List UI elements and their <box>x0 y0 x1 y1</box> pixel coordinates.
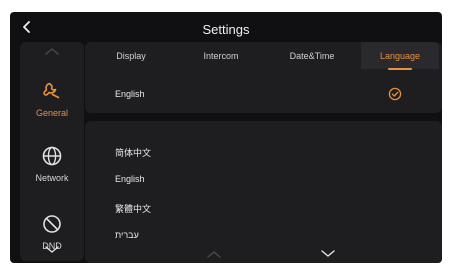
chevron-up-icon <box>207 251 221 258</box>
globe-icon <box>41 145 63 167</box>
language-option-traditional-chinese[interactable]: 繁體中文 <box>115 202 151 215</box>
tab-display[interactable]: Display <box>99 42 163 69</box>
language-option-simplified-chinese[interactable]: 简体中文 <box>115 146 151 159</box>
sidebar-item-label: Network <box>35 173 69 183</box>
chevron-down-icon <box>45 246 59 253</box>
wrench-icon <box>41 80 63 102</box>
settings-screen: Settings General Network DND Display Int… <box>10 12 442 263</box>
language-list: 简体中文 English 繁體中文 עברית <box>85 121 442 263</box>
chevron-up-icon <box>45 48 59 55</box>
language-option-english[interactable]: English <box>115 174 145 184</box>
tab-language[interactable]: Language <box>361 42 439 69</box>
current-language-value: English <box>115 89 145 99</box>
sidebar-item-general[interactable]: General <box>20 80 84 118</box>
do-not-disturb-icon <box>41 213 63 235</box>
list-scroll-down-button[interactable] <box>318 249 338 259</box>
chevron-down-icon <box>321 250 335 257</box>
sidebar: General Network DND <box>20 42 84 261</box>
active-tab-indicator <box>388 68 412 70</box>
language-tab-panel: Display Intercom Date&Time Language Engl… <box>85 42 442 113</box>
language-option-hebrew[interactable]: עברית <box>115 230 139 240</box>
tab-intercom[interactable]: Intercom <box>185 42 257 69</box>
sidebar-item-label: General <box>35 108 69 118</box>
tab-date-time[interactable]: Date&Time <box>275 42 349 69</box>
sidebar-item-network[interactable]: Network <box>20 145 84 183</box>
check-circle-icon <box>388 87 402 101</box>
sidebar-scroll-down-button[interactable] <box>42 245 62 255</box>
tab-bar: Display Intercom Date&Time Language <box>85 42 442 70</box>
sidebar-scroll-up-button[interactable] <box>42 46 62 56</box>
page-title: Settings <box>202 22 250 37</box>
list-scroll-up-button[interactable] <box>204 249 224 259</box>
